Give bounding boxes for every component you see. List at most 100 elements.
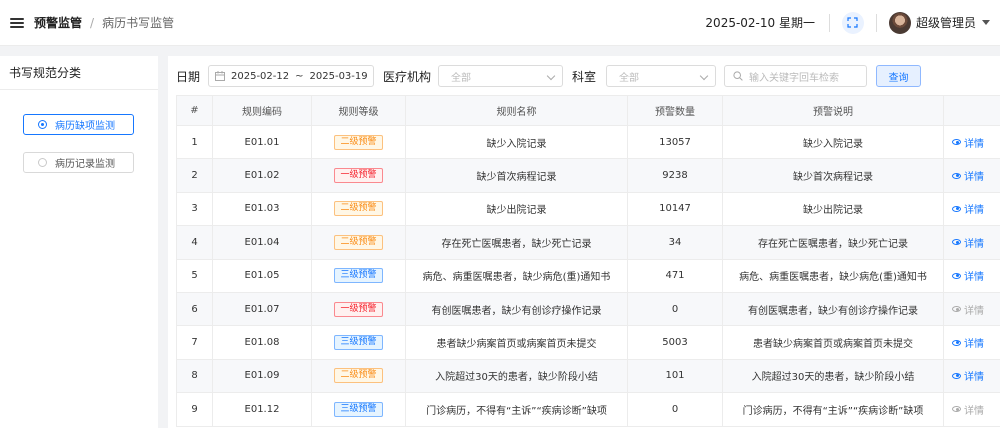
detail-link[interactable]: 详情 (952, 368, 984, 383)
search-placeholder: 输入关键字回车检索 (749, 72, 839, 84)
header-right: 2025-02-10 星期一 超级管理员 (705, 0, 990, 46)
column-header: # (176, 95, 213, 126)
cell-action: 详情 (943, 392, 1000, 427)
cell-warning-count: 0 (627, 291, 723, 327)
rules-table-wrapper: # 规则编码 规则等级 规则名称 预警数量 预警说明 1 E01.01 二级预警 缺少… (176, 95, 1000, 427)
column-header: 预警说明 (722, 95, 944, 126)
cell-rule-level: 一级预警 (311, 158, 406, 193)
user-name[interactable]: 超级管理员 (916, 14, 976, 31)
cell-index: 5 (176, 258, 213, 293)
category-item-missing-items[interactable]: 病历缺项监测 (23, 114, 134, 135)
level-badge: 一级预警 (334, 301, 383, 317)
cell-action: 详情 (943, 291, 1000, 327)
search-icon (733, 71, 743, 81)
cell-rule-code: E01.05 (212, 258, 312, 293)
cell-index: 3 (176, 191, 213, 227)
column-header: 预警数量 (627, 95, 723, 126)
level-badge: 三级预警 (334, 268, 383, 284)
chevron-down-icon[interactable] (982, 20, 990, 25)
radio-icon (38, 120, 47, 129)
divider (875, 13, 877, 32)
date-end: 2025-03-19 (309, 70, 368, 82)
detail-link[interactable]: 详情 (952, 235, 984, 250)
table-header-row: # 规则编码 规则等级 规则名称 预警数量 预警说明 (176, 95, 1000, 126)
menu-toggle-icon[interactable] (10, 17, 24, 28)
date-range-picker[interactable]: 2025-02-12 ~ 2025-03-19 (208, 65, 374, 87)
cell-rule-code: E01.02 (212, 158, 312, 193)
cell-rule-name: 缺少首次病程记录 (405, 158, 628, 193)
eye-icon (952, 239, 961, 246)
detail-link[interactable]: 详情 (952, 168, 984, 183)
date-start: 2025-02-12 (231, 70, 290, 82)
detail-link[interactable]: 详情 (952, 302, 984, 317)
cell-rule-code: E01.04 (212, 225, 312, 260)
column-header (943, 95, 1000, 126)
cell-action: 详情 (943, 124, 1000, 160)
date-separator: ~ (295, 70, 304, 82)
org-label: 医疗机构 (383, 70, 432, 84)
cell-rule-name: 有创医嘱患者，缺少有创诊疗操作记录 (405, 291, 628, 327)
detail-link[interactable]: 详情 (952, 268, 984, 283)
date-label: 日期 (176, 70, 201, 84)
cell-rule-level: 二级预警 (311, 191, 406, 227)
table-row: 1 E01.01 二级预警 缺少入院记录 13057 缺少入院记录 详情 (176, 124, 1000, 160)
eye-icon (952, 205, 961, 212)
eye-icon (952, 339, 961, 346)
column-header: 规则等级 (311, 95, 406, 126)
eye-icon (952, 306, 961, 313)
cell-warning-count: 10147 (627, 191, 723, 227)
org-select-value: 全部 (451, 72, 471, 84)
detail-link[interactable]: 详情 (952, 335, 984, 350)
cell-index: 7 (176, 325, 213, 360)
cell-rule-name: 患者缺少病案首页或病案首页未提交 (405, 325, 628, 360)
org-select[interactable]: 全部 (438, 65, 563, 87)
cell-warning-count: 0 (627, 392, 723, 427)
cell-warning-desc: 入院超过30天的患者，缺少阶段小结 (722, 358, 944, 394)
cell-warning-desc: 有创医嘱患者，缺少有创诊疗操作记录 (722, 291, 944, 327)
cell-rule-name: 缺少入院记录 (405, 124, 628, 160)
cell-warning-desc: 患者缺少病案首页或病案首页未提交 (722, 325, 944, 360)
detail-label: 详情 (964, 172, 984, 184)
breadcrumb-current: 病历书写监管 (102, 16, 175, 30)
avatar[interactable] (888, 11, 911, 34)
detail-label: 详情 (964, 305, 984, 317)
breadcrumb-main[interactable]: 预警监管 (34, 14, 82, 31)
cell-index: 8 (176, 358, 213, 394)
cell-rule-level: 二级预警 (311, 225, 406, 260)
eye-icon (952, 372, 961, 379)
search-input[interactable]: 输入关键字回车检索 (724, 65, 867, 87)
radio-icon (38, 158, 47, 167)
cell-action: 详情 (943, 191, 1000, 227)
level-badge: 三级预警 (334, 335, 383, 351)
detail-link[interactable]: 详情 (952, 135, 984, 150)
cell-action: 详情 (943, 158, 1000, 193)
cell-warning-desc: 缺少首次病程记录 (722, 158, 944, 193)
detail-link[interactable]: 详情 (952, 402, 984, 417)
category-item-records[interactable]: 病历记录监测 (23, 152, 134, 173)
calendar-icon (215, 71, 225, 81)
eye-icon (952, 172, 961, 179)
query-button[interactable]: 查询 (876, 65, 921, 87)
cell-action: 详情 (943, 358, 1000, 394)
category-item-label: 病历记录监测 (55, 159, 115, 170)
chevron-down-icon (699, 71, 709, 81)
filter-bar: 日期 2025-02-12 ~ 2025-03-19 医疗机构 全部 科室 全部… (168, 56, 1000, 94)
cell-rule-name: 门诊病历，不得有“主诉”“疾病诊断”缺项 (405, 392, 628, 427)
cell-rule-code: E01.03 (212, 191, 312, 227)
cell-index: 2 (176, 158, 213, 193)
eye-icon (952, 272, 961, 279)
column-header: 规则编码 (212, 95, 312, 126)
table-row: 5 E01.05 三级预警 病危、病重医嘱患者，缺少病危(重)通知书 471 病危、病重医… (176, 258, 1000, 293)
detail-label: 详情 (964, 205, 984, 217)
table-row: 7 E01.08 三级预警 患者缺少病案首页或病案首页未提交 5003 患者缺少病案首页或… (176, 325, 1000, 360)
fullscreen-icon[interactable] (841, 11, 864, 34)
category-item-label: 病历缺项监测 (55, 121, 115, 132)
table-row: 3 E01.03 二级预警 缺少出院记录 10147 缺少出院记录 详情 (176, 191, 1000, 227)
cell-warning-count: 34 (627, 225, 723, 260)
cell-rule-code: E01.08 (212, 325, 312, 360)
detail-link[interactable]: 详情 (952, 201, 984, 216)
cell-rule-level: 二级预警 (311, 124, 406, 160)
cell-rule-name: 缺少出院记录 (405, 191, 628, 227)
dept-select[interactable]: 全部 (606, 65, 716, 87)
eye-icon (952, 406, 961, 413)
